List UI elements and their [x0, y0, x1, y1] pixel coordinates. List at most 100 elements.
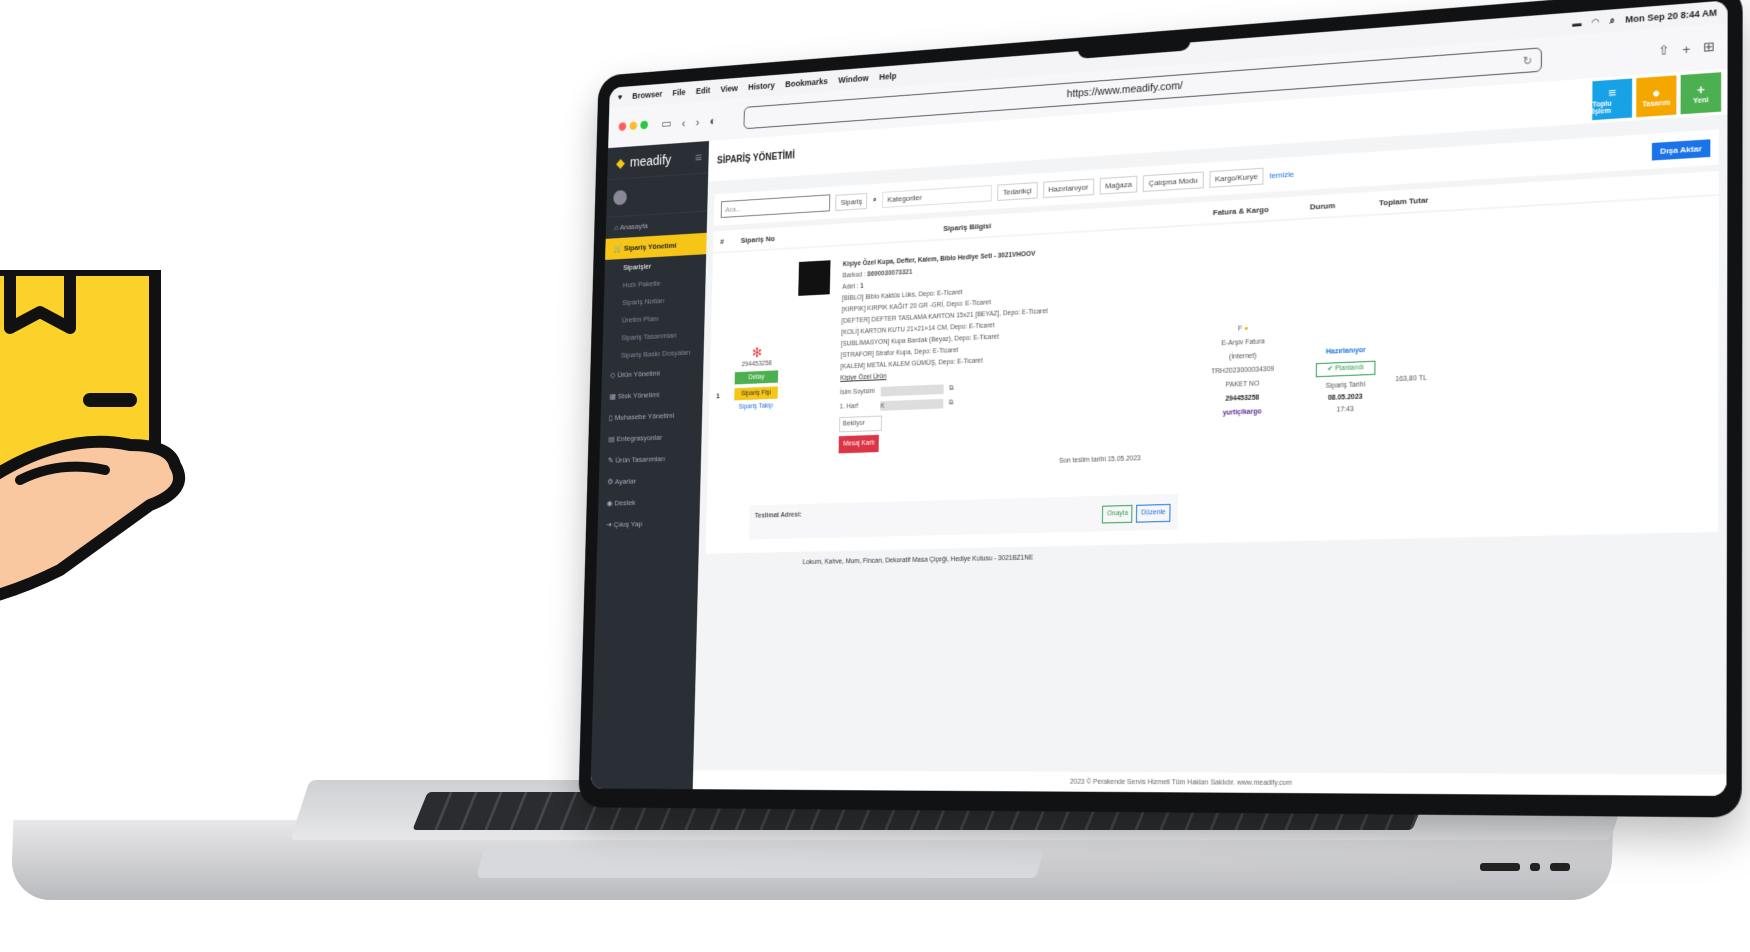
menu-history[interactable]: History — [748, 81, 775, 92]
cart-icon: 🛒 — [613, 244, 624, 254]
menu-browser[interactable]: Browser — [632, 89, 662, 100]
footer: 2023 © Perakende Servis Hizmeti Tüm Hakl… — [692, 770, 1727, 796]
clear-link[interactable]: temizle — [1269, 169, 1294, 179]
back-icon[interactable]: ‹ — [682, 115, 686, 129]
product-thumbnail[interactable] — [798, 260, 831, 296]
col-status: Durum — [1309, 200, 1336, 212]
cargo-logo: yurtiçikargo — [1222, 408, 1262, 417]
trackpad — [476, 848, 1044, 878]
bulk-action-button[interactable]: ≡ Toplu İşlem — [1592, 78, 1633, 121]
tab-overview-icon[interactable]: ⊞ — [1703, 39, 1715, 56]
order-info: Kişiye Özel Kupa, Defter, Kalem, Biblo H… — [794, 243, 1144, 476]
wait-select[interactable]: Bekliyor — [839, 415, 883, 433]
top-actions: ≡ Toplu İşlem ● Tasarım + Yeni — [1592, 72, 1722, 121]
menu-window[interactable]: Window — [838, 73, 868, 85]
status-text: Hazırlanıyor — [1325, 346, 1366, 356]
search-icon[interactable]: ⌕ — [873, 195, 877, 205]
copy-icon[interactable]: ⧉ — [949, 397, 954, 409]
brand-name: meadify — [629, 151, 672, 170]
copy-icon[interactable]: ⧉ — [949, 383, 954, 395]
datetime[interactable]: Mon Sep 20 8:44 AM — [1625, 7, 1717, 25]
forward-icon[interactable]: › — [695, 114, 699, 128]
laptop-mockup: ♥ Browser File Edit View History Bookmar… — [0, 0, 1750, 952]
row-number: 1 — [716, 393, 720, 401]
col-num: # — [720, 236, 725, 246]
table-row: 1 ✻ 294453258 Detay Sipariş Fişi Sipariş… — [705, 195, 1719, 554]
search-icon[interactable]: ⌕ — [1610, 15, 1615, 27]
menu-view[interactable]: View — [720, 83, 738, 94]
new-tab-icon[interactable]: + — [1682, 41, 1690, 57]
work-mode-select[interactable]: Çalışma Modu — [1142, 171, 1204, 192]
boxes-icon: ▦ — [609, 392, 618, 401]
approve-button[interactable]: Onayla — [1102, 504, 1133, 524]
planned-badge: ✔ Planlandı — [1315, 360, 1376, 378]
sidebar: ◆ meadify ≡ ⌂ Anasayfa 🛒 Sipariş Yönetim… — [590, 140, 710, 790]
app: ◆ meadify ≡ ⌂ Anasayfa 🛒 Sipariş Yönetim… — [590, 68, 1728, 796]
menu-file[interactable]: File — [672, 87, 685, 97]
product-details: Kişiye Özel Kupa, Defter, Kalem, Biblo H… — [838, 243, 1144, 475]
share-icon[interactable]: ⇧ — [1658, 42, 1670, 59]
sidebar-item-support[interactable]: ◉ Destek — [598, 490, 700, 514]
order-time: 17:43 — [1336, 406, 1354, 414]
preparing-select[interactable]: Hazırlanıyor — [1042, 178, 1095, 198]
battery-icon[interactable]: ▬ — [1572, 17, 1581, 29]
logo-icon: ◆ — [615, 154, 626, 170]
search-input[interactable]: Ara... — [720, 194, 831, 219]
detail-button[interactable]: Detay — [734, 370, 779, 385]
deadline: Son teslim tarihi 15.05.2023 — [1059, 455, 1141, 465]
screen: ♥ Browser File Edit View History Bookmar… — [590, 0, 1728, 796]
export-button[interactable]: Dışa Aktar — [1651, 138, 1711, 161]
order-no: 294453258 — [741, 360, 772, 369]
design-button[interactable]: ● Tasarım — [1636, 75, 1677, 118]
new-button[interactable]: + Yeni — [1680, 72, 1722, 115]
delivery-address: Teslimat Adresi: Onayla Düzenle — [749, 493, 1179, 540]
menu-edit[interactable]: Edit — [696, 86, 711, 96]
list-icon: ≡ — [1608, 84, 1617, 101]
screen-frame: ♥ Browser File Edit View History Bookmar… — [578, 0, 1743, 818]
supplier-select[interactable]: Tedarikçi — [997, 181, 1038, 201]
user-profile[interactable] — [606, 172, 709, 218]
menu-bookmarks[interactable]: Bookmarks — [785, 76, 828, 89]
minimize-icon[interactable] — [629, 121, 638, 131]
palette-icon: ● — [1652, 84, 1661, 101]
name-input[interactable] — [880, 384, 944, 397]
cargo-select[interactable]: Kargo/Kurye — [1209, 167, 1264, 188]
reload-icon[interactable]: ↻ — [1523, 54, 1533, 68]
url-text: https://www.meadify.com/ — [1066, 80, 1183, 101]
total-amount: 163,80 TL — [1395, 374, 1427, 384]
grid-icon: ▤ — [608, 434, 617, 444]
close-icon[interactable] — [618, 122, 627, 131]
track-link[interactable]: Sipariş Takip — [738, 403, 772, 411]
message-card-button[interactable]: Mesaj Kartı — [838, 434, 880, 454]
wifi-icon[interactable]: ◠ — [1592, 16, 1599, 28]
truck-icon: ● — [1244, 325, 1249, 333]
ports — [1480, 858, 1600, 872]
window-controls — [618, 117, 651, 136]
page-title: SİPARİŞ YÖNETİMİ — [716, 150, 795, 166]
store-select[interactable]: Mağaza — [1099, 175, 1138, 195]
shield-icon[interactable]: ◐ — [709, 113, 716, 127]
sidebar-toggle-icon[interactable]: ▭ — [661, 116, 672, 131]
address-label: Teslimat Adresi: — [754, 511, 802, 520]
hamburger-icon[interactable]: ≡ — [695, 150, 702, 165]
address-actions: Onayla Düzenle — [1102, 503, 1171, 524]
avatar — [613, 189, 627, 206]
order-filter[interactable]: Sipariş — [835, 192, 868, 211]
col-total: Toplam Tutar — [1378, 194, 1429, 207]
sidebar-item-settings[interactable]: ⚙ Ayarlar — [599, 468, 701, 493]
menu-help[interactable]: Help — [879, 71, 896, 82]
plus-icon: + — [1696, 81, 1705, 98]
col-invoice: Fatura & Kargo — [1212, 204, 1269, 217]
invoice-cell: F ● E-Arşiv Fatura (İnternet) TRH2023000… — [1199, 320, 1287, 421]
category-select[interactable]: Kategoriler — [881, 184, 992, 208]
maximize-icon[interactable] — [640, 120, 649, 130]
status-cell: Hazırlanıyor ✔ Planlandı Sipariş Tarihi … — [1306, 344, 1386, 418]
receipt-button[interactable]: Sipariş Fişi — [734, 386, 778, 401]
main-content: SİPARİŞ YÖNETİMİ ≡ Toplu İşlem ● Tasarım +… — [692, 68, 1728, 796]
sidebar-nav: ⌂ Anasayfa 🛒 Sipariş Yönetimi Siparişler… — [597, 211, 707, 535]
letter-input[interactable]: K — [880, 398, 944, 411]
sidebar-item-logout[interactable]: ⇥ Çıkış Yap — [597, 512, 699, 536]
apple-icon[interactable]: ♥ — [618, 92, 623, 101]
order-cell: ✻ 294453258 Detay Sipariş Fişi Sipariş T… — [730, 344, 784, 411]
edit-button[interactable]: Düzenle — [1136, 503, 1171, 523]
